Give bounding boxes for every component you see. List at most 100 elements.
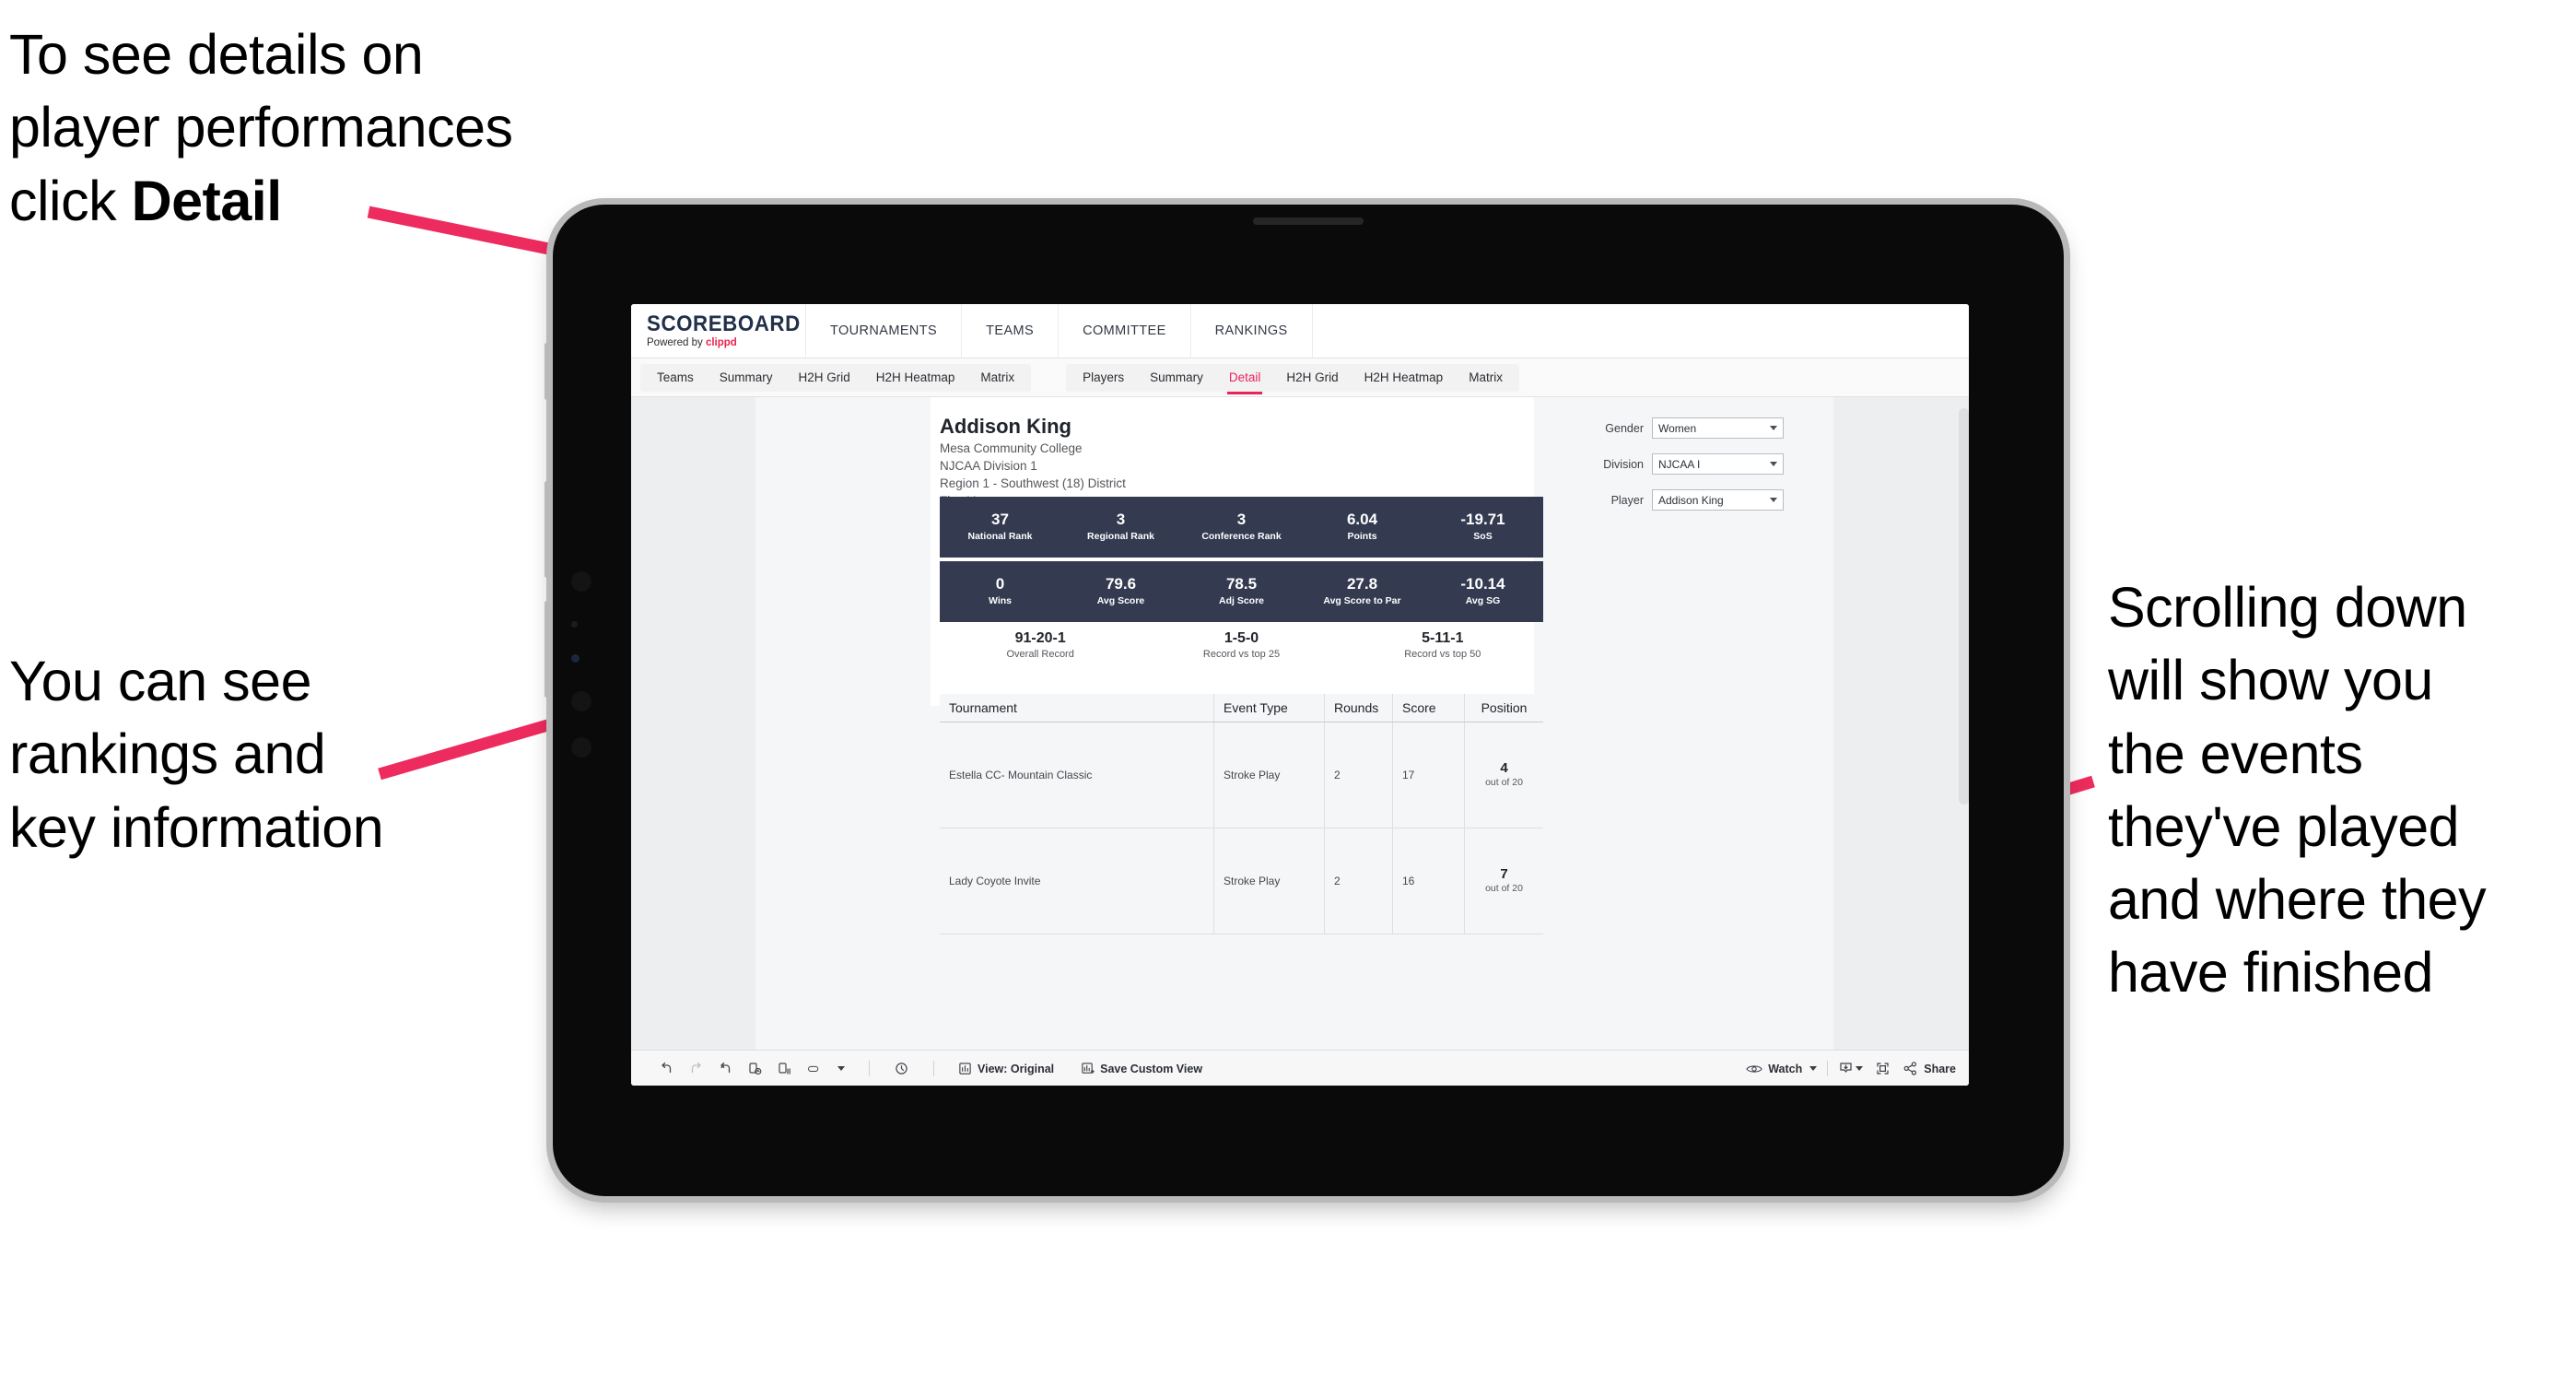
column-header-rounds: Rounds [1325,694,1393,722]
primary-nav: TOURNAMENTS TEAMS COMMITTEE RANKINGS [806,304,1313,358]
chevron-down-icon[interactable] [837,1066,845,1071]
share-label: Share [1924,1062,1956,1075]
stat-avg-score: 79.6 Avg Score [1060,575,1181,607]
nav-tournaments[interactable]: TOURNAMENTS [806,304,963,358]
player-region: Region 1 - Southwest (18) District [940,476,1126,490]
annotation-rankings: You can see rankings and key information [9,650,384,859]
record-value: 1-5-0 [1224,630,1259,646]
download-icon[interactable] [1838,1061,1854,1076]
filter-division-select[interactable]: NJCAA I [1652,453,1784,475]
stat-label: Points [1347,530,1377,542]
toolbar-history-icons: View: Original Save Custom View [659,1061,1202,1076]
column-header-position: Position [1481,700,1528,715]
cell-tournament: Lady Coyote Invite [940,828,1214,934]
player-name: Addison King [940,415,1071,438]
table-row[interactable]: Lady Coyote Invite Stroke Play 2 16 7 ou… [940,828,1543,934]
record-vs-top-25: 1-5-0 Record vs top 25 [1141,629,1341,662]
table-header-row: Tournament Event Type Rounds Score Posit… [940,694,1543,722]
redo-icon[interactable] [688,1061,704,1076]
tab-players-h2h-grid[interactable]: H2H Grid [1273,364,1351,392]
view-original-button[interactable]: View: Original [958,1062,1054,1075]
record-label: Record vs top 50 [1404,649,1481,660]
filter-division-value: NJCAA I [1658,457,1701,471]
revert-icon[interactable] [718,1061,733,1076]
stat-value: -10.14 [1460,575,1505,593]
tab-teams-matrix[interactable]: Matrix [967,364,1027,392]
tablet-sensor-1 [571,571,591,592]
chevron-down-icon [1770,462,1777,466]
toolbar-divider [933,1061,934,1076]
brand-powered-prefix: Powered by [647,336,706,348]
players-tab-group: Players Summary Detail H2H Grid H2H Heat… [1066,363,1519,394]
fullscreen-icon[interactable] [1875,1061,1891,1076]
stat-band-scoring: 0 Wins 79.6 Avg Score 78.5 Adj Score 27.… [940,561,1543,622]
stat-adj-score: 78.5 Adj Score [1181,575,1302,607]
app-header: SCOREBOARD Powered by clippd TOURNAMENTS… [631,304,1969,358]
pause-refresh-clock-icon[interactable] [894,1061,909,1076]
share-button[interactable]: Share [1903,1061,1956,1076]
stat-label: Wins [989,594,1012,606]
cell-event-type: Stroke Play [1214,722,1325,828]
tab-players-matrix[interactable]: Matrix [1456,364,1516,392]
tab-players-detail[interactable]: Detail [1216,364,1274,394]
filter-gender-label: Gender [1605,421,1644,435]
table-row[interactable]: Estella CC- Mountain Classic Stroke Play… [940,722,1543,828]
cell-rounds: 2 [1325,722,1393,828]
stat-value: 3 [1236,511,1247,529]
view-original-label: View: Original [978,1062,1055,1075]
tablet-volume-up-button[interactable] [544,481,549,578]
column-header-event-type: Event Type [1214,694,1325,722]
stat-label: National Rank [967,530,1033,542]
record-value: 5-11-1 [1422,630,1464,646]
record-label: Record vs top 25 [1202,649,1281,660]
tablet-sensor-3 [571,654,580,663]
filter-player-value: Addison King [1658,493,1724,507]
filter-player: Player Addison King [1572,489,1784,511]
tab-players-summary[interactable]: Summary [1137,364,1216,392]
cell-score: 17 [1393,722,1465,828]
tablet-power-button[interactable] [544,343,549,400]
secondary-tab-strip: Teams Summary H2H Grid H2H Heatmap Matri… [631,358,1969,397]
filter-gender-select[interactable]: Women [1652,417,1784,439]
filter-gender-value: Women [1658,421,1697,435]
chevron-down-icon[interactable] [1809,1066,1818,1071]
tab-teams-h2h-grid[interactable]: H2H Grid [786,364,863,392]
stat-value: 0 [995,575,1005,593]
cell-rounds: 2 [1325,828,1393,934]
refresh-data-icon[interactable] [747,1061,763,1076]
canvas-vertical-scrollbar[interactable] [1959,408,1969,805]
filter-division-label: Division [1603,457,1644,471]
watch-button[interactable]: Watch [1746,1063,1818,1075]
position-outof: out of 20 [1485,883,1523,895]
chevron-down-icon[interactable] [1856,1066,1864,1071]
annotation-detail-bold: Detail [131,169,283,232]
tab-teams[interactable]: Teams [644,364,707,392]
tablet-volume-down-button[interactable] [544,601,549,698]
save-custom-view-button[interactable]: Save Custom View [1081,1062,1202,1075]
stat-wins: 0 Wins [940,575,1060,607]
position-value: 4 [1500,760,1508,777]
undo-icon[interactable] [659,1061,674,1076]
pause-auto-update-icon[interactable] [777,1061,792,1076]
tablet-camera-speaker [1253,217,1364,225]
toolbar-divider [869,1061,870,1076]
tab-teams-h2h-heatmap[interactable]: H2H Heatmap [863,364,968,392]
nav-rankings[interactable]: RANKINGS [1191,304,1313,358]
brand-logo[interactable]: SCOREBOARD Powered by clippd [631,304,806,358]
filter-player-select[interactable]: Addison King [1652,489,1784,511]
stat-value: 3 [1116,511,1126,529]
record-vs-top-50: 5-11-1 Record vs top 50 [1342,629,1543,662]
stat-value: 6.04 [1346,511,1378,529]
tab-players[interactable]: Players [1070,364,1137,392]
tab-players-h2h-heatmap[interactable]: H2H Heatmap [1352,364,1457,392]
stat-avg-sg: -10.14 Avg SG [1423,575,1543,607]
stat-band-rankings: 37 National Rank 3 Regional Rank 3 Confe… [940,497,1543,558]
stat-national-rank: 37 National Rank [940,511,1060,543]
pill-shape-icon[interactable] [806,1061,822,1076]
nav-committee[interactable]: COMMITTEE [1059,304,1191,358]
column-header-score: Score [1393,694,1465,722]
tablet-sensor-4 [571,691,591,711]
tab-teams-summary[interactable]: Summary [707,364,786,392]
nav-teams[interactable]: TEAMS [962,304,1060,358]
column-header-tournament: Tournament [940,694,1214,722]
